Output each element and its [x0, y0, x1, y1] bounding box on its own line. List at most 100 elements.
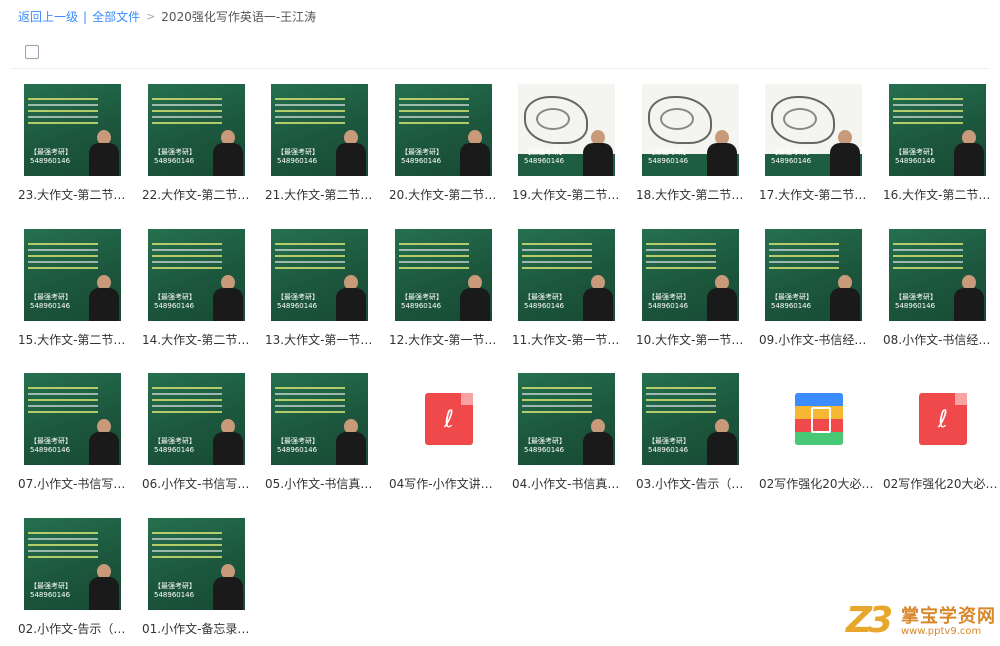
file-name[interactable]: 09.小作文-书信经…: [759, 331, 875, 348]
video-thumbnail[interactable]: 【最强考研】 548960146: [24, 229, 121, 321]
file-item[interactable]: 【最强考研】 548960146 20.大作文-第二节…: [389, 84, 501, 210]
file-item[interactable]: 【最强考研】 548960146 05.小作文-书信真…: [265, 373, 377, 499]
site-logo: Z3 掌宝学资网 www.pptv9.com: [846, 600, 996, 644]
file-name[interactable]: 15.大作文-第二节…: [18, 331, 134, 348]
file-item[interactable]: 【最强考研】 548960146 22.大作文-第二节…: [142, 84, 254, 210]
file-name[interactable]: 16.大作文-第二节…: [883, 186, 999, 203]
file-item[interactable]: 【最强考研】 548960146 16.大作文-第二节…: [883, 84, 995, 210]
video-thumbnail[interactable]: 【最强考研】 548960146: [765, 229, 862, 321]
file-name[interactable]: 19.大作文-第二节…: [512, 186, 628, 203]
file-name[interactable]: 05.小作文-书信真…: [265, 475, 381, 492]
back-link[interactable]: 返回上一级: [18, 8, 78, 25]
file-item[interactable]: 【最强考研】 548960146 04.小作文-书信真…: [512, 373, 624, 499]
video-thumbnail[interactable]: 【最强考研】 548960146: [642, 229, 739, 321]
video-thumbnail[interactable]: 【最强考研】 548960146: [148, 518, 245, 610]
file-item[interactable]: 【最强考研】 548960146 07.小作文-书信写…: [18, 373, 130, 499]
file-name[interactable]: 17.大作文-第二节…: [759, 186, 875, 203]
thumbnail-watermark: 【最强考研】 548960146: [401, 148, 443, 165]
teacher-figure: [583, 275, 613, 321]
file-name[interactable]: 10.大作文-第一节…: [636, 331, 752, 348]
file-item[interactable]: 【最强考研】 548960146 06.小作文-书信写…: [142, 373, 254, 499]
file-name[interactable]: 02写作强化20大必…: [759, 475, 875, 492]
file-item[interactable]: 【最强考研】 548960146 17.大作文-第二节…: [759, 84, 871, 210]
video-thumbnail[interactable]: 【最强考研】 548960146: [148, 373, 245, 465]
file-name[interactable]: 11.大作文-第一节…: [512, 331, 628, 348]
file-name[interactable]: 21.大作文-第二节…: [265, 186, 381, 203]
file-name[interactable]: 18.大作文-第二节…: [636, 186, 752, 203]
file-thumbnail[interactable]: ℓ: [889, 373, 986, 465]
teacher-figure: [830, 130, 860, 176]
video-thumbnail[interactable]: 【最强考研】 548960146: [24, 518, 121, 610]
file-name[interactable]: 23.大作文-第二节…: [18, 186, 134, 203]
thumbnail-watermark: 【最强考研】 548960146: [277, 293, 319, 310]
select-all-checkbox[interactable]: [25, 45, 39, 59]
file-name[interactable]: 06.小作文-书信写…: [142, 475, 258, 492]
thumbnail-watermark: 【最强考研】 548960146: [154, 148, 196, 165]
teacher-figure: [336, 130, 366, 176]
video-thumbnail[interactable]: 【最强考研】 548960146: [271, 373, 368, 465]
file-item[interactable]: 【最强考研】 548960146 18.大作文-第二节…: [636, 84, 748, 210]
video-thumbnail[interactable]: 【最强考研】 548960146: [271, 84, 368, 176]
video-thumbnail[interactable]: 【最强考研】 548960146: [395, 84, 492, 176]
file-item[interactable]: 【最强考研】 548960146 12.大作文-第一节…: [389, 229, 501, 355]
file-item[interactable]: 【最强考研】 548960146 14.大作文-第二节…: [142, 229, 254, 355]
thumbnail-watermark: 【最强考研】 548960146: [277, 437, 319, 454]
teacher-figure: [460, 130, 490, 176]
video-thumbnail[interactable]: 【最强考研】 548960146: [642, 373, 739, 465]
video-thumbnail[interactable]: 【最强考研】 548960146: [395, 229, 492, 321]
file-item[interactable]: 【最强考研】 548960146 08.小作文-书信经…: [883, 229, 995, 355]
file-item[interactable]: 【最强考研】 548960146 09.小作文-书信经…: [759, 229, 871, 355]
file-item[interactable]: 【最强考研】 548960146 02.小作文-告示（…: [18, 518, 130, 644]
thumbnail-watermark: 【最强考研】 548960146: [524, 148, 566, 165]
file-item[interactable]: 【最强考研】 548960146 01.小作文-备忘录…: [142, 518, 254, 644]
file-thumbnail[interactable]: ℓ: [395, 373, 492, 465]
all-files-link[interactable]: 全部文件: [92, 8, 140, 25]
file-name[interactable]: 04写作-小作文讲…: [389, 475, 505, 492]
video-thumbnail[interactable]: 【最强考研】 548960146: [24, 84, 121, 176]
video-thumbnail[interactable]: 【最强考研】 548960146: [518, 373, 615, 465]
thumbnail-watermark: 【最强考研】 548960146: [154, 437, 196, 454]
file-name[interactable]: 01.小作文-备忘录…: [142, 620, 258, 637]
thumbnail-watermark: 【最强考研】 548960146: [648, 148, 690, 165]
file-item[interactable]: 【最强考研】 548960146 10.大作文-第一节…: [636, 229, 748, 355]
file-name[interactable]: 20.大作文-第二节…: [389, 186, 505, 203]
file-name[interactable]: 14.大作文-第二节…: [142, 331, 258, 348]
video-thumbnail[interactable]: 【最强考研】 548960146: [148, 229, 245, 321]
video-thumbnail[interactable]: 【最强考研】 548960146: [889, 229, 986, 321]
file-name[interactable]: 12.大作文-第一节…: [389, 331, 505, 348]
file-thumbnail[interactable]: [765, 373, 862, 465]
file-item[interactable]: 【最强考研】 548960146 15.大作文-第二节…: [18, 229, 130, 355]
file-item[interactable]: ℓ 04写作-小作文讲…: [389, 373, 501, 499]
file-item[interactable]: 02写作强化20大必…: [759, 373, 874, 499]
video-thumbnail[interactable]: 【最强考研】 548960146: [765, 84, 862, 176]
video-thumbnail[interactable]: 【最强考研】 548960146: [889, 84, 986, 176]
file-item[interactable]: 【最强考研】 548960146 13.大作文-第一节…: [265, 229, 377, 355]
video-thumbnail[interactable]: 【最强考研】 548960146: [642, 84, 739, 176]
video-thumbnail[interactable]: 【最强考研】 548960146: [271, 229, 368, 321]
video-thumbnail[interactable]: 【最强考研】 548960146: [518, 229, 615, 321]
teacher-figure: [213, 275, 243, 321]
file-item[interactable]: ℓ 02写作强化20大必…: [883, 373, 998, 499]
thumbnail-watermark: 【最强考研】 548960146: [895, 293, 937, 310]
thumbnail-watermark: 【最强考研】 548960146: [895, 148, 937, 165]
video-thumbnail[interactable]: 【最强考研】 548960146: [148, 84, 245, 176]
file-name[interactable]: 04.小作文-书信真…: [512, 475, 628, 492]
file-item[interactable]: 【最强考研】 548960146 23.大作文-第二节…: [18, 84, 130, 210]
file-name[interactable]: 03.小作文-告示（…: [636, 475, 752, 492]
file-item[interactable]: 【最强考研】 548960146 03.小作文-告示（…: [636, 373, 748, 499]
thumbnail-watermark: 【最强考研】 548960146: [524, 293, 566, 310]
file-item[interactable]: 【最强考研】 548960146 21.大作文-第二节…: [265, 84, 377, 210]
thumbnail-watermark: 【最强考研】 548960146: [648, 293, 690, 310]
video-thumbnail[interactable]: 【最强考研】 548960146: [518, 84, 615, 176]
teacher-figure: [213, 564, 243, 610]
video-thumbnail[interactable]: 【最强考研】 548960146: [24, 373, 121, 465]
file-name[interactable]: 02.小作文-告示（…: [18, 620, 134, 637]
file-name[interactable]: 02写作强化20大必…: [883, 475, 999, 492]
file-name[interactable]: 08.小作文-书信经…: [883, 331, 999, 348]
file-name[interactable]: 13.大作文-第一节…: [265, 331, 381, 348]
file-item[interactable]: 【最强考研】 548960146 11.大作文-第一节…: [512, 229, 624, 355]
teacher-figure: [89, 130, 119, 176]
file-item[interactable]: 【最强考研】 548960146 19.大作文-第二节…: [512, 84, 624, 210]
file-name[interactable]: 07.小作文-书信写…: [18, 475, 134, 492]
file-name[interactable]: 22.大作文-第二节…: [142, 186, 258, 203]
